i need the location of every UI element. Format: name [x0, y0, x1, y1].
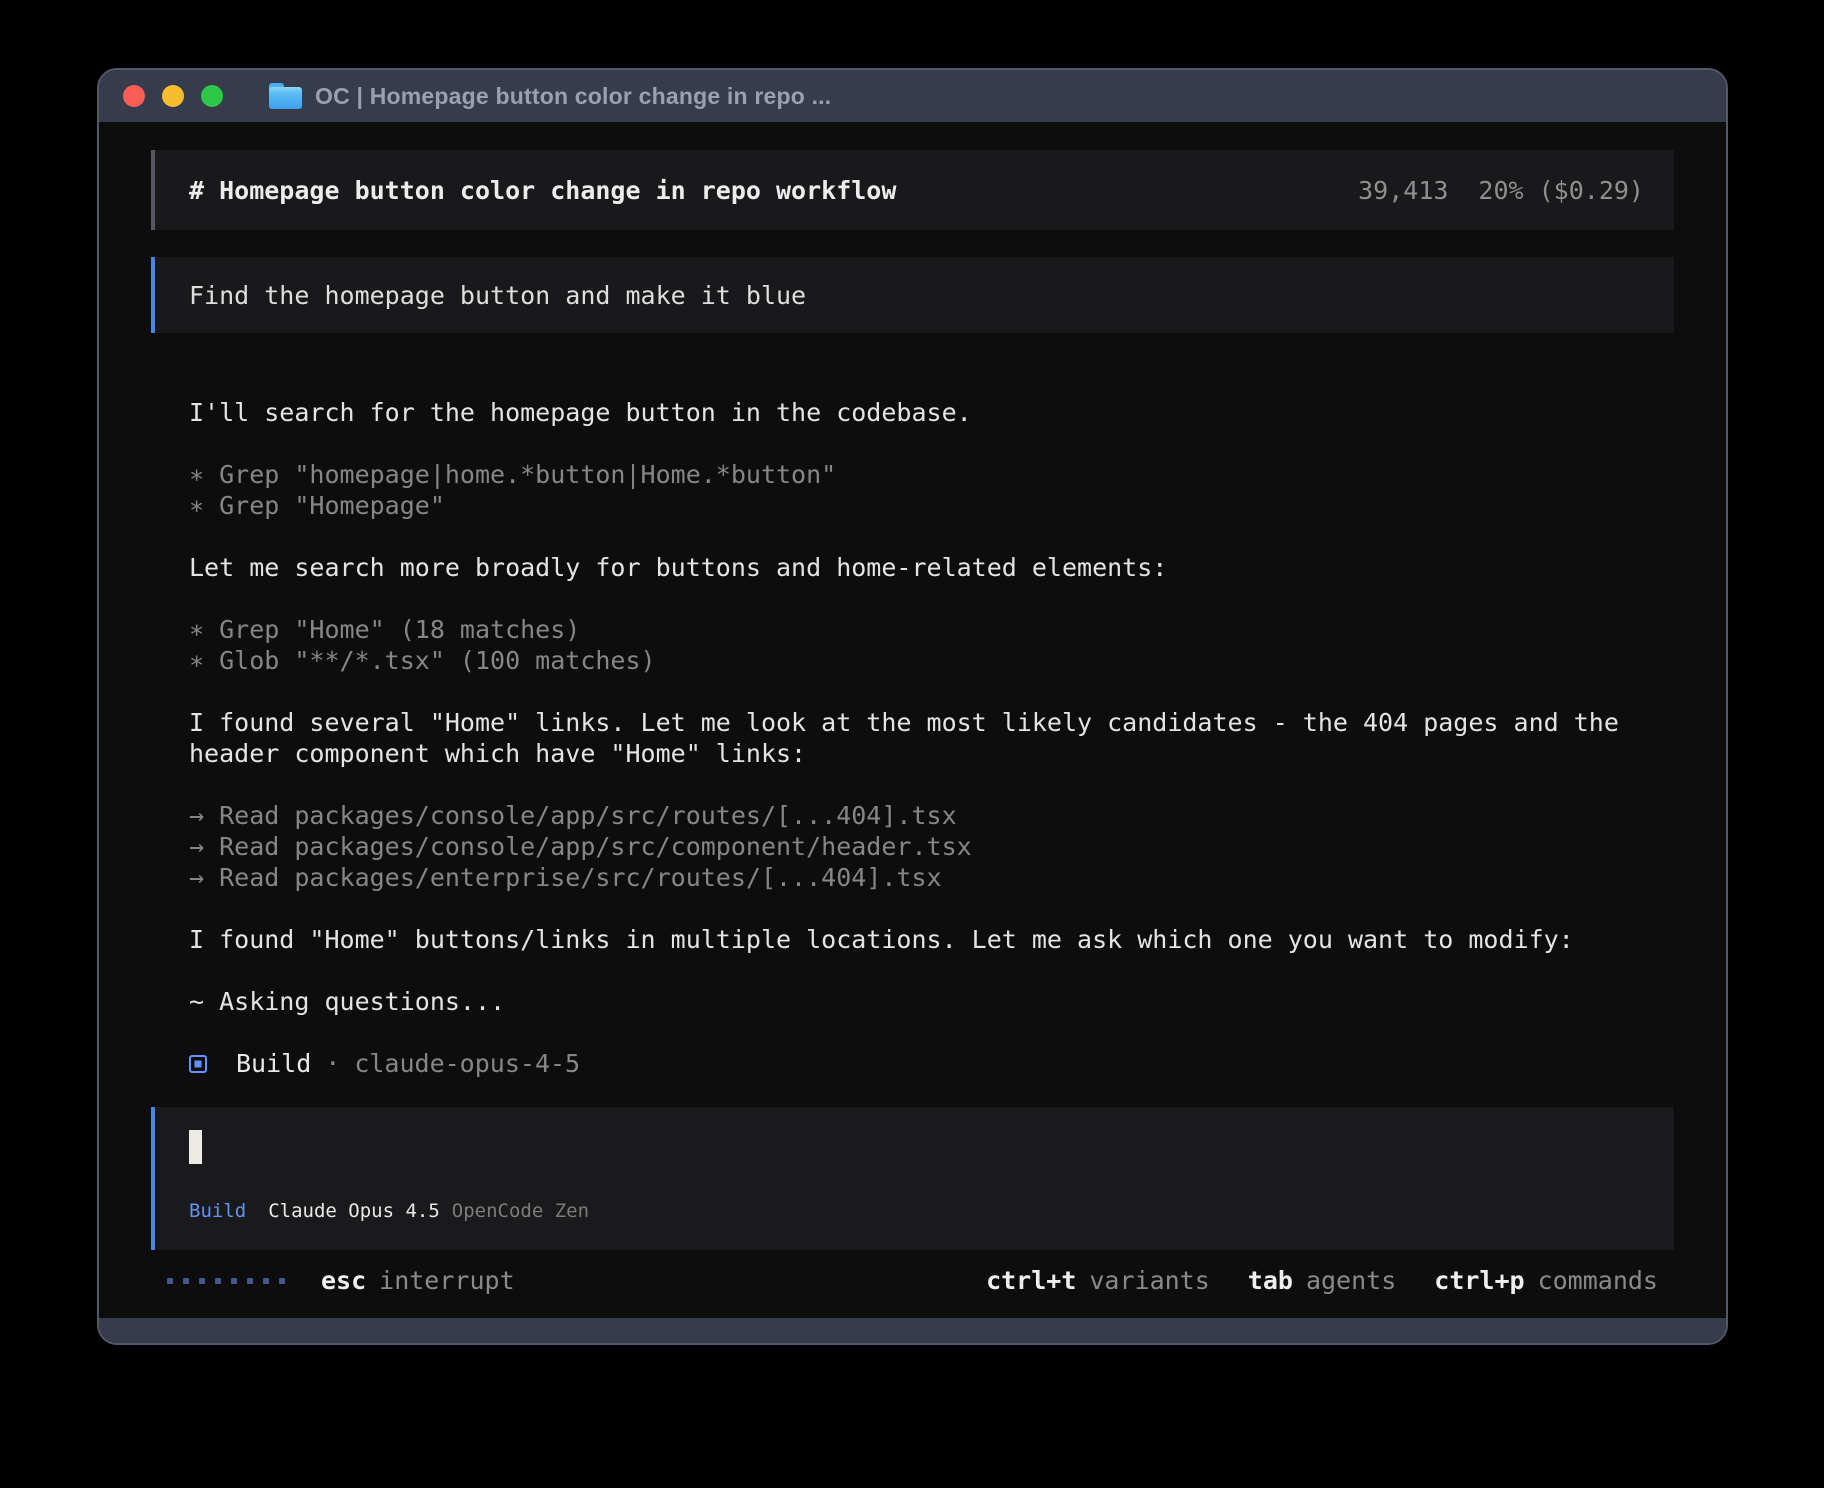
transcript-line: ~ Asking questions... — [189, 986, 1674, 1017]
window-title: OC | Homepage button color change in rep… — [315, 83, 831, 110]
input-model-row: Build Claude Opus 4.5 OpenCode Zen — [189, 1200, 1640, 1222]
titlebar[interactable]: OC | Homepage button color change in rep… — [99, 70, 1726, 122]
transcript-line — [189, 1017, 1674, 1048]
transcript-line: ∗ Grep "Homepage" — [189, 490, 1674, 521]
transcript: I'll search for the homepage button in t… — [189, 397, 1674, 1048]
input-model-label: Claude Opus 4.5 — [268, 1200, 440, 1222]
shortcut-label: commands — [1538, 1266, 1658, 1295]
bottom-strip — [99, 1318, 1726, 1343]
status-left: esc interrupt — [167, 1266, 515, 1295]
input-agent-label: Build — [189, 1200, 246, 1222]
agent-icon — [189, 1055, 207, 1073]
spinner-dot — [199, 1278, 205, 1284]
transcript-line: ∗ Glob "**/*.tsx" (100 matches) — [189, 645, 1674, 676]
shortcut-key: ctrl+p — [1434, 1266, 1524, 1295]
app-window: OC | Homepage button color change in rep… — [97, 68, 1728, 1345]
transcript-line: ∗ Grep "homepage|home.*button|Home.*butt… — [189, 459, 1674, 490]
user-message: Find the homepage button and make it blu… — [151, 257, 1674, 333]
close-button[interactable] — [123, 85, 145, 107]
esc-key: esc — [321, 1266, 366, 1295]
transcript-line: → Read packages/console/app/src/componen… — [189, 831, 1674, 862]
transcript-line: Let me search more broadly for buttons a… — [189, 552, 1674, 583]
spinner-dot — [215, 1278, 221, 1284]
folder-icon — [269, 83, 302, 109]
minimize-button[interactable] — [162, 85, 184, 107]
user-message-text: Find the homepage button and make it blu… — [189, 281, 806, 310]
input-provider-label: OpenCode Zen — [452, 1200, 589, 1222]
spinner-dot — [183, 1278, 189, 1284]
transcript-line — [189, 521, 1674, 552]
shortcut: ctrl+t variants — [986, 1266, 1210, 1295]
status-right: ctrl+t variants tab agents ctrl+p commands — [986, 1266, 1658, 1295]
transcript-line — [189, 583, 1674, 614]
text-cursor — [189, 1130, 202, 1164]
terminal-content: # Homepage button color change in repo w… — [99, 122, 1726, 1318]
transcript-line: I found "Home" buttons/links in multiple… — [189, 924, 1674, 955]
spinner-dot — [231, 1278, 237, 1284]
token-count: 39,413 — [1358, 176, 1448, 205]
spinner-dot — [263, 1278, 269, 1284]
shortcut-label: agents — [1306, 1266, 1396, 1295]
agent-status: Build · claude-opus-4-5 — [189, 1048, 1674, 1079]
transcript-line — [189, 955, 1674, 986]
spinner-dot — [279, 1278, 285, 1284]
traffic-lights — [123, 85, 223, 107]
status-bar: esc interrupt ctrl+tvariantstabagentsctr… — [151, 1265, 1674, 1296]
transcript-line: → Read packages/enterprise/src/routes/[.… — [189, 862, 1674, 893]
context-usage: 20% ($0.29) — [1478, 176, 1644, 205]
shortcut: tab agents — [1248, 1266, 1396, 1295]
agent-separator: · — [325, 1049, 340, 1078]
spinner-dot — [167, 1278, 173, 1284]
transcript-line — [189, 769, 1674, 800]
session-title: # Homepage button color change in repo w… — [189, 176, 896, 205]
agent-name: Build — [236, 1049, 311, 1078]
shortcut-key: ctrl+t — [986, 1266, 1076, 1295]
transcript-line — [189, 428, 1674, 459]
spinner-dot — [247, 1278, 253, 1284]
input-area[interactable]: Build Claude Opus 4.5 OpenCode Zen — [151, 1107, 1674, 1250]
transcript-line — [189, 676, 1674, 707]
transcript-line: I'll search for the homepage button in t… — [189, 397, 1674, 428]
spinner-dots — [167, 1278, 285, 1284]
transcript-line — [189, 893, 1674, 924]
session-stats: 39,413 20% ($0.29) — [1358, 176, 1644, 205]
transcript-line: I found several "Home" links. Let me loo… — [189, 707, 1674, 769]
zoom-button[interactable] — [201, 85, 223, 107]
shortcut-key: tab — [1248, 1266, 1293, 1295]
session-header: # Homepage button color change in repo w… — [151, 150, 1674, 230]
transcript-line: ∗ Grep "Home" (18 matches) — [189, 614, 1674, 645]
agent-model: claude-opus-4-5 — [354, 1049, 580, 1078]
esc-label: interrupt — [379, 1266, 514, 1295]
shortcut-label: variants — [1089, 1266, 1209, 1295]
transcript-line: → Read packages/console/app/src/routes/[… — [189, 800, 1674, 831]
shortcut: ctrl+p commands — [1434, 1266, 1658, 1295]
